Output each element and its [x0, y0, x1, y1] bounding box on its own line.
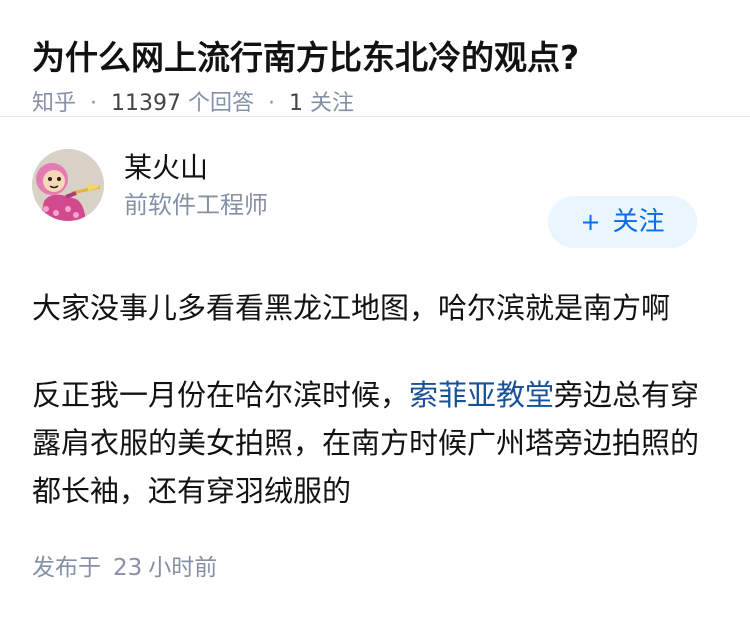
answer-paragraph: 反正我一月份在哈尔滨时候，索菲亚教堂旁边总有穿露肩衣服的美女拍照，在南方时候广州… [32, 371, 722, 515]
author-bio: 前软件工程师 [124, 191, 268, 219]
separator-dot: · [90, 91, 98, 116]
answer-count: 11397 [111, 91, 182, 116]
publish-number: 23 [113, 555, 143, 581]
question-meta: 知乎 · 11397 个回答 · 1 关注 [32, 88, 718, 120]
publish-prefix: 发布于 [32, 555, 101, 581]
author-name[interactable]: 某火山 [124, 149, 208, 187]
answer-text: 反正我一月份在哈尔滨时候， [32, 378, 410, 412]
publish-time: 发布于 23 小时前 [32, 552, 217, 584]
source-label[interactable]: 知乎 [32, 91, 76, 116]
plus-icon: + [580, 208, 601, 236]
question-header: 为什么网上流行南方比东北冷的观点? 知乎 · 11397 个回答 · 1 关注 [0, 0, 750, 117]
cartoon-avatar-icon[interactable] [32, 149, 104, 221]
publish-suffix: 小时前 [148, 555, 218, 581]
answer-content: 大家没事儿多看看黑龙江地图，哈尔滨就是南方啊 反正我一月份在哈尔滨时候，索菲亚教… [32, 284, 722, 515]
separator-dot: · [268, 91, 276, 116]
question-title[interactable]: 为什么网上流行南方比东北冷的观点? [32, 34, 718, 82]
answer-count-label: 个回答 [188, 91, 255, 116]
follow-count: 1 [289, 91, 304, 116]
follow-button[interactable]: + 关注 [548, 196, 697, 248]
answer-paragraph: 大家没事儿多看看黑龙江地图，哈尔滨就是南方啊 [32, 291, 671, 325]
follow-count-label: 关注 [310, 91, 355, 116]
sophia-cathedral-link[interactable]: 索菲亚教堂 [409, 378, 554, 412]
follow-button-label: 关注 [612, 207, 665, 237]
